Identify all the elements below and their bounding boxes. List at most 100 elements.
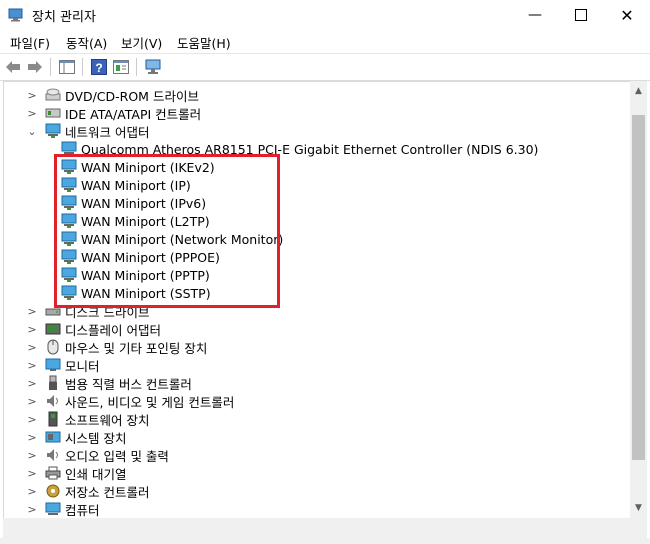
menu-help[interactable]: 도움말(H) xyxy=(177,33,231,52)
tree-node-disk-drives[interactable]: > 디스크 드라이브 xyxy=(25,302,149,320)
tree-node-device[interactable]: WAN Miniport (SSTP) xyxy=(61,284,211,302)
expand-arrow-icon[interactable]: > xyxy=(25,338,39,356)
computer-icon xyxy=(45,501,61,517)
scan-hardware-button[interactable] xyxy=(144,58,162,76)
tree-node-label: WAN Miniport (IP) xyxy=(81,177,191,193)
tree-node-label: IDE ATA/ATAPI 컨트롤러 xyxy=(65,106,202,122)
tree-node-label: WAN Miniport (IPv6) xyxy=(81,195,207,211)
tree-node-label: 범용 직렬 버스 컨트롤러 xyxy=(65,376,192,392)
tree-node-device[interactable]: WAN Miniport (IPv6) xyxy=(61,194,206,212)
menu-view[interactable]: 보기(V) xyxy=(121,33,162,52)
network-adapter-icon xyxy=(61,249,77,265)
network-adapter-icon xyxy=(61,267,77,283)
tree-node-device[interactable]: Qualcomm Atheros AR8151 PCI-E Gigabit Et… xyxy=(61,140,538,158)
minimize-icon: — xyxy=(528,7,542,23)
properties-button[interactable] xyxy=(112,58,130,76)
tree-node-system-devices[interactable]: > 시스템 장치 xyxy=(25,428,126,446)
menu-action[interactable]: 동작(A) xyxy=(66,33,107,52)
tree-node-monitors[interactable]: > 모니터 xyxy=(25,356,100,374)
tree-node-label: DVD/CD-ROM 드라이브 xyxy=(65,88,199,104)
scroll-down-arrow-icon[interactable]: ▼ xyxy=(630,500,647,516)
tree-node-label: WAN Miniport (Network Monitor) xyxy=(81,231,284,247)
expand-arrow-icon[interactable]: > xyxy=(25,104,39,122)
expand-arrow-icon[interactable]: > xyxy=(25,446,39,464)
audio-io-icon xyxy=(45,447,61,463)
toolbar: ? xyxy=(0,53,650,81)
monitor-icon xyxy=(45,357,61,373)
expand-arrow-icon[interactable]: > xyxy=(25,428,39,446)
forward-arrow-icon xyxy=(28,61,42,73)
menu-file[interactable]: 파일(F) xyxy=(10,33,50,52)
dvd-drive-icon xyxy=(45,87,61,103)
expand-arrow-icon[interactable]: > xyxy=(25,302,39,320)
window-title: 장치 관리자 xyxy=(32,10,96,25)
close-button[interactable]: ✕ xyxy=(604,0,650,30)
expand-arrow-icon[interactable]: > xyxy=(25,86,39,104)
tree-node-label: 디스플레이 어댑터 xyxy=(65,322,161,338)
help-button[interactable]: ? xyxy=(90,58,108,76)
storage-controller-icon xyxy=(45,483,61,499)
tree-node-audio-io[interactable]: > 오디오 입력 및 출력 xyxy=(25,446,169,464)
tree-node-print-queues[interactable]: > 인쇄 대기열 xyxy=(25,464,126,482)
device-tree[interactable]: > DVD/CD-ROM 드라이브 > IDE ATA/ATAPI 컨트롤러 ⌄… xyxy=(3,81,631,519)
tree-node-device[interactable]: WAN Miniport (L2TP) xyxy=(61,212,210,230)
network-adapter-icon xyxy=(45,123,61,139)
network-adapter-icon xyxy=(61,177,77,193)
ide-controller-icon xyxy=(45,105,61,121)
mouse-icon xyxy=(45,339,61,355)
tree-node-software-devices[interactable]: > 소프트웨어 장치 xyxy=(25,410,149,428)
expand-arrow-icon[interactable]: > xyxy=(25,464,39,482)
minimize-button[interactable]: — xyxy=(512,0,558,30)
expand-arrow-icon[interactable]: > xyxy=(25,374,39,392)
tree-node-label: 마우스 및 기타 포인팅 장치 xyxy=(65,340,208,356)
scan-hardware-icon xyxy=(145,59,161,74)
display-adapter-icon xyxy=(45,321,61,337)
tree-node-label: WAN Miniport (PPPOE) xyxy=(81,249,220,265)
expand-arrow-icon[interactable]: > xyxy=(25,500,39,518)
tree-node-device[interactable]: WAN Miniport (PPTP) xyxy=(61,266,210,284)
tree-node-sound[interactable]: > 사운드, 비디오 및 게임 컨트롤러 xyxy=(25,392,234,410)
tree-node-device[interactable]: WAN Miniport (PPPOE) xyxy=(61,248,220,266)
collapse-arrow-icon[interactable]: ⌄ xyxy=(25,122,39,140)
network-adapter-icon xyxy=(61,195,77,211)
scrollbar-thumb[interactable] xyxy=(632,115,645,460)
expand-arrow-icon[interactable]: > xyxy=(25,410,39,428)
expand-arrow-icon[interactable]: > xyxy=(25,356,39,374)
tree-node-label: 사운드, 비디오 및 게임 컨트롤러 xyxy=(65,394,235,410)
tree-node-computer[interactable]: > 컴퓨터 xyxy=(25,500,100,518)
tree-node-storage-controllers[interactable]: > 저장소 컨트롤러 xyxy=(25,482,149,500)
expand-arrow-icon[interactable]: > xyxy=(25,320,39,338)
forward-button[interactable] xyxy=(26,58,44,76)
tree-node-usb[interactable]: > 범용 직렬 버스 컨트롤러 xyxy=(25,374,192,392)
tree-node-label: 네트워크 어댑터 xyxy=(65,124,150,140)
title-bar: 장치 관리자 — ✕ xyxy=(0,0,650,30)
tree-node-mice[interactable]: > 마우스 및 기타 포인팅 장치 xyxy=(25,338,207,356)
network-adapter-icon xyxy=(61,285,77,301)
tree-node-label: 시스템 장치 xyxy=(65,430,127,446)
expand-arrow-icon[interactable]: > xyxy=(25,482,39,500)
tree-node-device[interactable]: WAN Miniport (IP) xyxy=(61,176,191,194)
tree-node-network-adapters[interactable]: ⌄ 네트워크 어댑터 xyxy=(25,122,149,140)
back-button[interactable] xyxy=(4,58,22,76)
vertical-scrollbar[interactable]: ▲ ▼ xyxy=(630,81,647,518)
tree-node-ide[interactable]: > IDE ATA/ATAPI 컨트롤러 xyxy=(25,104,201,122)
horizontal-scrollbar[interactable] xyxy=(3,518,647,538)
tree-node-display-adapters[interactable]: > 디스플레이 어댑터 xyxy=(25,320,161,338)
tree-node-label: 오디오 입력 및 출력 xyxy=(65,448,169,464)
tree-node-label: Qualcomm Atheros AR8151 PCI-E Gigabit Et… xyxy=(81,141,539,157)
tree-node-label: 인쇄 대기열 xyxy=(65,466,127,482)
network-adapter-icon xyxy=(61,213,77,229)
tree-node-label: WAN Miniport (PPTP) xyxy=(81,267,210,283)
network-adapter-icon xyxy=(61,141,77,157)
maximize-button[interactable] xyxy=(558,0,604,30)
tree-node-device[interactable]: WAN Miniport (Network Monitor) xyxy=(61,230,283,248)
tree-node-device[interactable]: WAN Miniport (IKEv2) xyxy=(61,158,215,176)
tree-node-dvd[interactable]: > DVD/CD-ROM 드라이브 xyxy=(25,86,199,104)
software-device-icon xyxy=(45,411,61,427)
system-device-icon xyxy=(45,429,61,445)
help-icon: ? xyxy=(91,59,107,75)
status-bar xyxy=(0,538,650,544)
show-hide-console-tree-button[interactable] xyxy=(58,58,76,76)
expand-arrow-icon[interactable]: > xyxy=(25,392,39,410)
scroll-up-arrow-icon[interactable]: ▲ xyxy=(630,83,647,99)
